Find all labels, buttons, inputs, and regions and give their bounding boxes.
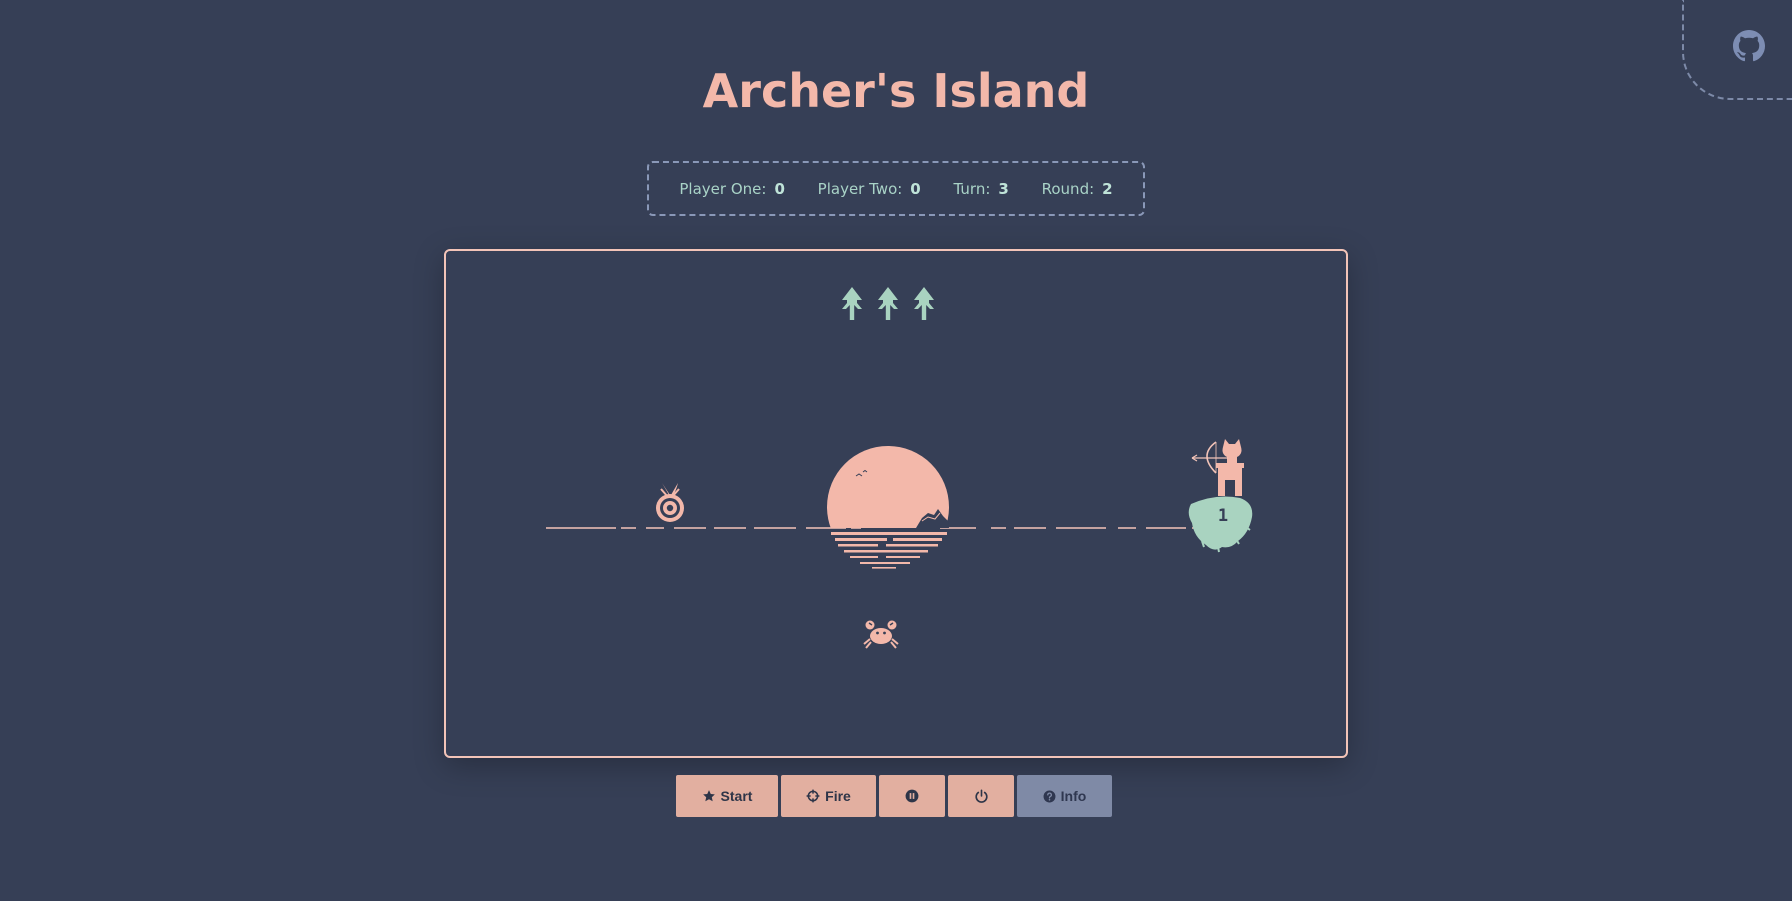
start-button[interactable]: Start xyxy=(676,775,778,817)
island-number: 1 xyxy=(1218,506,1228,526)
turn-label: Turn: xyxy=(953,179,991,198)
info-label: Info xyxy=(1060,788,1087,804)
github-icon[interactable] xyxy=(1733,30,1765,62)
page-title: Archer's Island xyxy=(702,64,1090,118)
power-icon xyxy=(974,788,988,803)
round-value: 2 xyxy=(1102,179,1113,198)
player-two-score: Player Two: 0 xyxy=(818,180,921,198)
pause-button[interactable] xyxy=(879,775,945,817)
round-counter: Round: 2 xyxy=(1042,180,1113,198)
arrow-remaining-icon xyxy=(914,287,934,320)
info-button[interactable]: Info xyxy=(1017,775,1112,817)
game-scene: 1 xyxy=(546,287,1253,649)
archer-island: 1 xyxy=(1188,439,1253,553)
turn-value: 3 xyxy=(998,179,1009,198)
game-board[interactable]: 1 xyxy=(444,249,1348,758)
crab xyxy=(863,620,899,649)
power-button[interactable] xyxy=(948,775,1014,817)
star-icon xyxy=(702,790,715,802)
arrow-remaining-icon xyxy=(878,287,898,320)
page: Archer's Island Player One: 0 Player Two:… xyxy=(0,0,1792,901)
turn-counter: Turn: 3 xyxy=(954,180,1009,198)
pause-icon xyxy=(905,789,919,803)
sun xyxy=(827,446,949,569)
round-label: Round: xyxy=(1041,179,1095,198)
arrows-remaining xyxy=(842,287,934,320)
start-label: Start xyxy=(720,788,753,804)
controls: Start Fire Info xyxy=(676,775,1112,817)
player-one-label: Player One: xyxy=(679,179,767,198)
player-one-value: 0 xyxy=(774,179,785,198)
player-two-value: 0 xyxy=(910,179,921,198)
player-one-score: Player One: 0 xyxy=(679,180,784,198)
fire-label: Fire xyxy=(825,788,851,804)
target xyxy=(656,483,684,522)
fire-button[interactable]: Fire xyxy=(781,775,876,817)
question-circle-icon xyxy=(1043,790,1056,802)
arrow-remaining-icon xyxy=(842,287,862,320)
crosshair-icon xyxy=(806,789,820,803)
player-two-label: Player Two: xyxy=(817,179,903,198)
scoreboard: Player One: 0 Player Two: 0 Turn: 3 Round: 2 xyxy=(647,161,1145,216)
